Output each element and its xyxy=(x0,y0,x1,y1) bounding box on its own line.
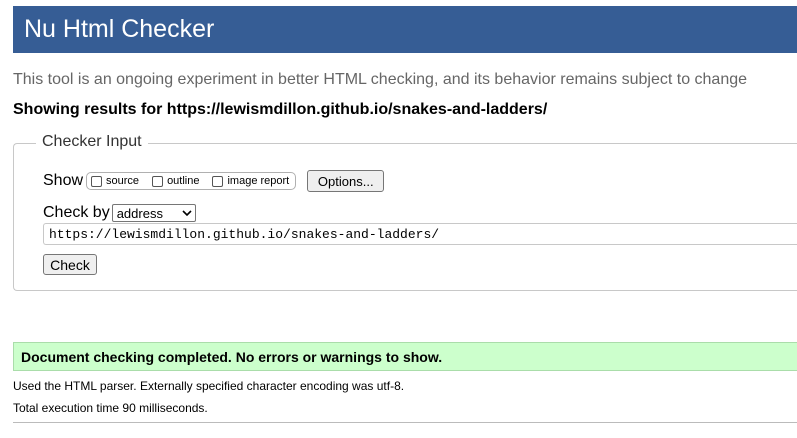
checker-input-fieldset: Checker Input Show source outline image … xyxy=(13,132,797,291)
outline-checkbox-label[interactable]: outline xyxy=(167,175,199,187)
outline-checkbox[interactable] xyxy=(152,175,164,187)
options-button[interactable]: Options... xyxy=(307,170,385,192)
check-by-select[interactable]: address xyxy=(111,204,196,222)
check-by-selected-value[interactable]: address xyxy=(117,206,163,221)
check-by-row: Check by address xyxy=(43,202,196,224)
bottom-divider xyxy=(13,422,797,423)
show-outline-option[interactable]: outline xyxy=(152,175,199,187)
show-label: Show xyxy=(43,172,84,189)
source-checkbox-label[interactable]: source xyxy=(106,175,139,187)
execution-time: Total execution time 90 milliseconds. xyxy=(13,401,208,415)
url-input[interactable]: https://lewismdillon.github.io/snakes-an… xyxy=(43,223,797,245)
page-header: Nu Html Checker xyxy=(13,6,797,53)
parser-note: Used the HTML parser. Externally specifi… xyxy=(13,379,405,393)
check-button[interactable]: Check xyxy=(43,254,97,275)
checker-input-legend: Checker Input xyxy=(36,132,148,152)
url-input-value[interactable]: https://lewismdillon.github.io/snakes-an… xyxy=(49,227,439,242)
image-report-checkbox-label[interactable]: image report xyxy=(227,175,289,187)
tagline: This tool is an ongoing experiment in be… xyxy=(13,71,748,88)
result-message: Document checking completed. No errors o… xyxy=(21,348,443,365)
image-report-checkbox[interactable] xyxy=(212,175,224,187)
show-image-report-option[interactable]: image report xyxy=(212,175,289,187)
result-success-banner: Document checking completed. No errors o… xyxy=(13,342,797,371)
show-source-option[interactable]: source xyxy=(91,175,139,187)
check-by-label: Check by xyxy=(43,204,110,221)
show-row: Show source outline image report Options… xyxy=(43,169,385,193)
page-title: Nu Html Checker xyxy=(24,15,215,43)
showing-results-heading: Showing results for https://lewismdillon… xyxy=(13,101,548,118)
show-options-group: source outline image report xyxy=(86,172,297,190)
source-checkbox[interactable] xyxy=(91,175,103,187)
chevron-down-icon[interactable] xyxy=(182,210,192,216)
